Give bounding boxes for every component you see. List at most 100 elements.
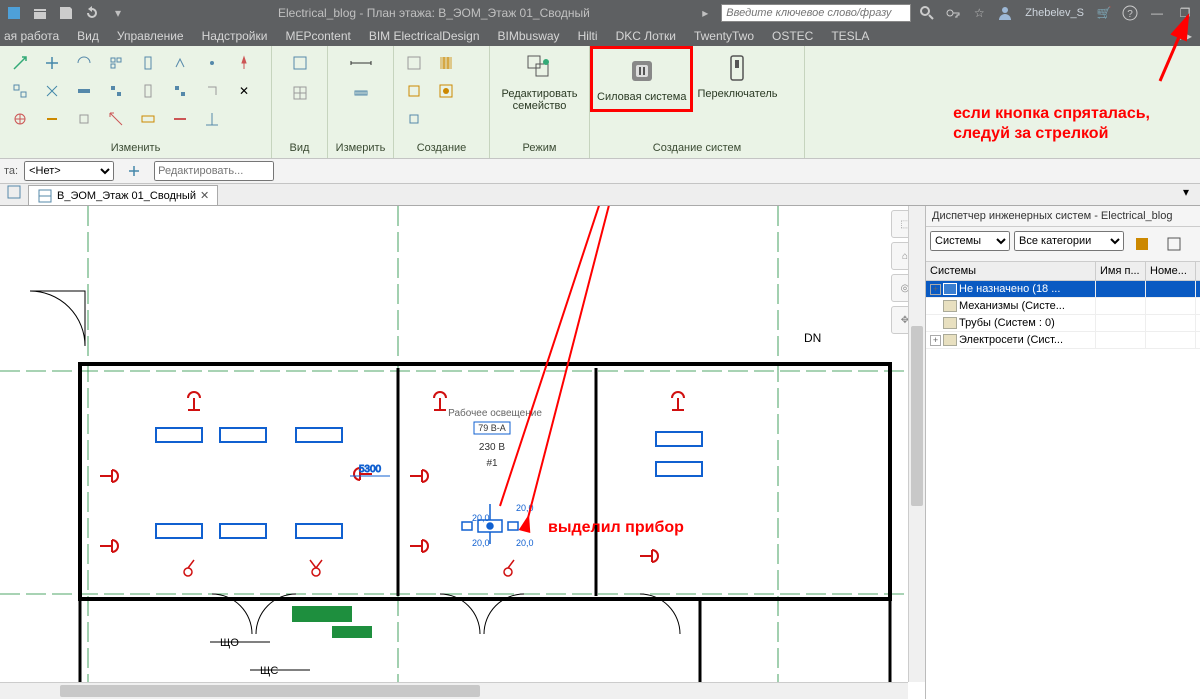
- menu-item[interactable]: Управление: [117, 29, 184, 43]
- svg-text:Рабочее освещение: Рабочее освещение: [448, 407, 542, 419]
- horizontal-scrollbar[interactable]: [0, 682, 908, 699]
- svg-text:DN: DN: [804, 331, 821, 345]
- main-area: 5300 Рабочее освещение 79 В-А 230 В #1 2…: [0, 206, 1200, 699]
- modify-tool[interactable]: [6, 78, 34, 104]
- col-systems[interactable]: Системы: [926, 262, 1096, 280]
- modify-tool[interactable]: [38, 106, 66, 132]
- menu-item[interactable]: MEPcontent: [285, 29, 350, 43]
- viewtab-overflow-icon[interactable]: ▾: [1172, 179, 1200, 205]
- modify-tool[interactable]: [134, 78, 162, 104]
- switch-button[interactable]: Переключатель: [693, 46, 781, 106]
- modify-tool[interactable]: [166, 50, 194, 76]
- star-icon[interactable]: ☆: [969, 3, 989, 23]
- minimize-button[interactable]: —: [1146, 3, 1168, 23]
- categories-dropdown[interactable]: Все категории: [1014, 231, 1124, 251]
- modify-tool[interactable]: [102, 106, 130, 132]
- qat-save-icon[interactable]: [56, 3, 76, 23]
- create-tool[interactable]: [400, 106, 428, 132]
- modify-tool[interactable]: [134, 106, 162, 132]
- project-browser-toggle[interactable]: [0, 179, 28, 205]
- menu-item[interactable]: BIM ElectricalDesign: [369, 29, 480, 43]
- create-tool[interactable]: [432, 78, 460, 104]
- modify-tool[interactable]: [134, 50, 162, 76]
- menu-item[interactable]: Вид: [77, 29, 99, 43]
- pin-tool[interactable]: [230, 50, 258, 76]
- modify-tool[interactable]: [166, 78, 194, 104]
- view-tab-name: В_ЭОМ_Этаж 01_Сводный: [57, 190, 196, 202]
- view-tool[interactable]: [286, 50, 314, 76]
- menu-item[interactable]: TwentyTwo: [694, 29, 754, 43]
- menu-item[interactable]: OSTEC: [772, 29, 813, 43]
- svg-text:230 В: 230 В: [479, 442, 505, 453]
- switch-label: Переключатель: [697, 88, 777, 100]
- table-row[interactable]: Трубы (Систем : 0): [926, 315, 1200, 332]
- panel-label-systems: Создание систем: [590, 140, 804, 158]
- create-tool[interactable]: [400, 78, 428, 104]
- user-name[interactable]: Zhebelev_S: [1021, 7, 1088, 19]
- expand-icon[interactable]: +: [930, 284, 941, 295]
- table-row[interactable]: +Не назначено (18 ...: [926, 281, 1200, 298]
- modify-tool[interactable]: [198, 106, 226, 132]
- help-icon[interactable]: ?: [1120, 3, 1140, 23]
- modify-tool[interactable]: [102, 50, 130, 76]
- floorplan-svg: 5300 Рабочее освещение 79 В-А 230 В #1 2…: [0, 206, 908, 699]
- key-icon[interactable]: [943, 3, 963, 23]
- col-name[interactable]: Имя п...: [1096, 262, 1146, 280]
- delete-tool[interactable]: ✕: [230, 78, 258, 104]
- opt-edit-input[interactable]: [154, 161, 274, 181]
- create-tool[interactable]: [432, 50, 460, 76]
- search-icon[interactable]: [917, 3, 937, 23]
- table-row[interactable]: +Электросети (Сист...: [926, 332, 1200, 349]
- opt-select[interactable]: <Нет>: [24, 161, 114, 181]
- modify-tool[interactable]: [198, 50, 226, 76]
- measure-tool[interactable]: [347, 80, 375, 106]
- modify-tool[interactable]: [6, 106, 34, 132]
- drawing-canvas[interactable]: 5300 Рабочее освещение 79 В-А 230 В #1 2…: [0, 206, 925, 699]
- browser-tool-icon[interactable]: [1128, 231, 1156, 257]
- modify-tool[interactable]: [70, 78, 98, 104]
- system-browser-table: Системы Имя п... Номе... +Не назначено (…: [926, 262, 1200, 699]
- modify-tool[interactable]: [102, 78, 130, 104]
- qat-open-icon[interactable]: [30, 3, 50, 23]
- vertical-scrollbar[interactable]: [908, 206, 925, 682]
- opt-tool-icon[interactable]: [120, 158, 148, 184]
- menu-item[interactable]: TESLA: [831, 29, 869, 43]
- modify-tool[interactable]: [198, 78, 226, 104]
- svg-text:79 В-А: 79 В-А: [478, 423, 506, 433]
- modify-tool[interactable]: [6, 50, 34, 76]
- search-nav-icon[interactable]: ▸: [695, 3, 715, 23]
- options-bar: та: <Нет>: [0, 158, 1200, 184]
- folder-icon: [943, 317, 957, 329]
- svg-text:20,0: 20,0: [472, 538, 490, 548]
- menu-item[interactable]: BIMbusway: [498, 29, 560, 43]
- menu-item[interactable]: ая работа: [4, 29, 59, 43]
- qat-dropdown-icon[interactable]: ▾: [108, 3, 128, 23]
- systems-dropdown[interactable]: Системы: [930, 231, 1010, 251]
- close-tab-icon[interactable]: ✕: [200, 189, 209, 202]
- modify-tool[interactable]: [166, 106, 194, 132]
- menu-item[interactable]: Надстройки: [202, 29, 268, 43]
- cart-icon[interactable]: 🛒: [1094, 3, 1114, 23]
- modify-tool[interactable]: [38, 50, 66, 76]
- edit-family-button[interactable]: Редактировать семейство: [496, 50, 584, 114]
- create-tool[interactable]: [400, 50, 428, 76]
- search-input[interactable]: [721, 4, 911, 22]
- browser-tool-icon[interactable]: [1160, 231, 1188, 257]
- expand-icon[interactable]: +: [930, 335, 941, 346]
- panel-label-view: Вид: [272, 140, 327, 158]
- view-tool[interactable]: [286, 80, 314, 106]
- menu-item[interactable]: Hilti: [578, 29, 598, 43]
- qat-undo-icon[interactable]: [82, 3, 102, 23]
- power-system-button[interactable]: Силовая система: [590, 46, 693, 112]
- table-row[interactable]: Механизмы (Систе...: [926, 298, 1200, 315]
- svg-text:ЩО: ЩО: [220, 637, 239, 649]
- menu-item[interactable]: DKC Лотки: [616, 29, 676, 43]
- col-number[interactable]: Номе...: [1146, 262, 1196, 280]
- modify-tool[interactable]: [38, 78, 66, 104]
- modify-tool[interactable]: [70, 106, 98, 132]
- measure-tool[interactable]: [347, 50, 375, 76]
- modify-tool[interactable]: [70, 50, 98, 76]
- user-icon[interactable]: [995, 3, 1015, 23]
- view-tab[interactable]: В_ЭОМ_Этаж 01_Сводный ✕: [28, 185, 218, 205]
- edit-family-label: Редактировать семейство: [502, 88, 578, 112]
